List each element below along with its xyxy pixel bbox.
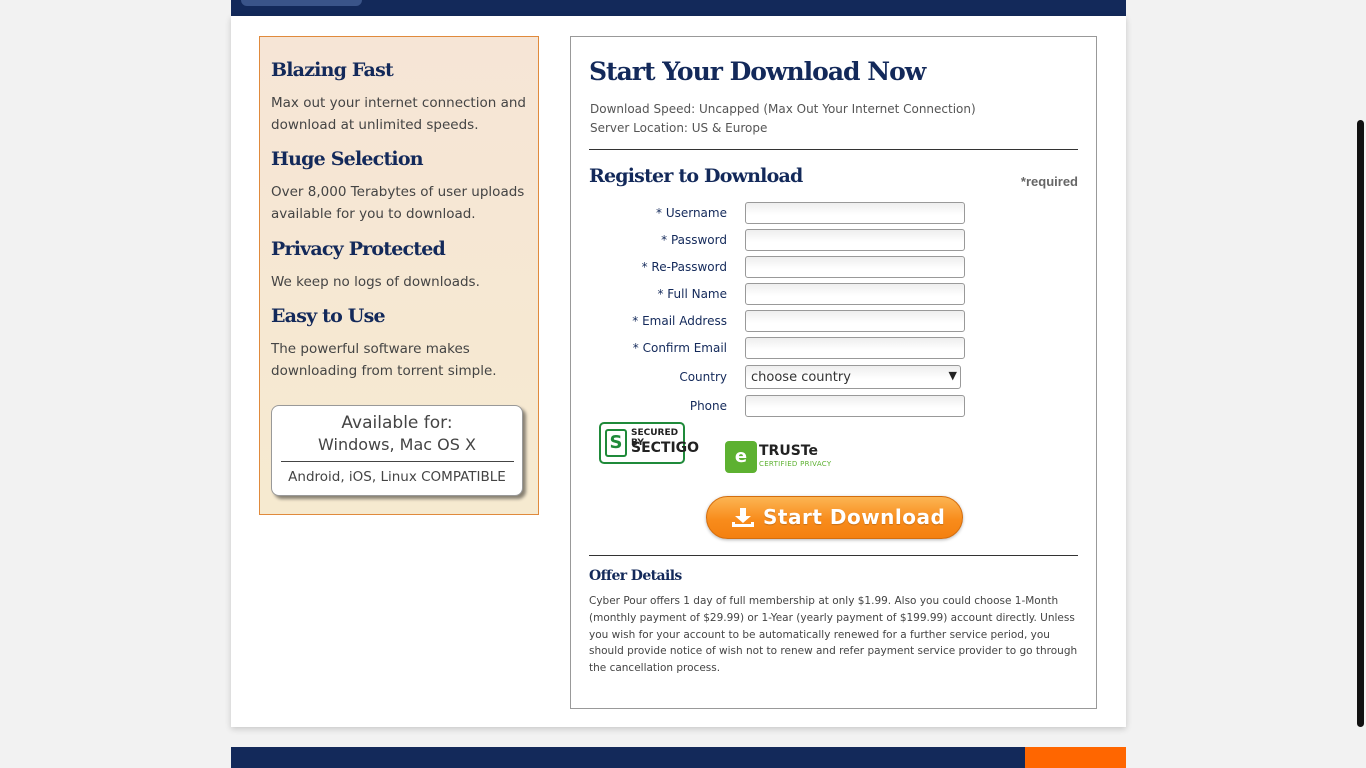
truste-logo-icon: e [725,441,757,473]
download-icon [732,508,754,527]
divider [589,149,1078,150]
country-select-value: choose country [751,370,851,385]
truste-badge: e TRUSTe CERTIFIED PRIVACY [725,441,837,473]
download-form-box: Start Your Download Now Download Speed: … [570,36,1097,709]
re-password-label: * Re-Password [641,260,727,274]
truste-line2: CERTIFIED PRIVACY [759,460,832,468]
email-input[interactable] [745,310,965,332]
scrollbar-thumb[interactable] [1357,120,1364,727]
feature-text: Max out your internet connection and dow… [271,95,526,133]
truste-line1: TRUSTe [759,443,818,459]
download-speed-text: Download Speed: Uncapped (Max Out Your I… [590,102,976,116]
email-label: * Email Address [632,314,727,328]
availability-card: Available for: Windows, Mac OS X Android… [271,405,523,496]
confirm-email-label: * Confirm Email [632,341,727,355]
feature-text: The powerful software makes downloading … [271,341,497,379]
country-select[interactable]: choose country ▼ [745,365,961,389]
password-input[interactable] [745,229,965,251]
phone-label: Phone [689,399,727,413]
re-password-input[interactable] [745,256,965,278]
sectigo-logo-icon: S [605,429,627,457]
password-label: * Password [661,233,727,247]
full-name-input[interactable] [745,283,965,305]
feature-text: We keep no logs of downloads. [271,274,480,290]
feature-title: Privacy Protected [271,238,446,260]
feature-title: Easy to Use [271,305,386,327]
register-title: Register to Download [589,165,803,187]
offer-text: Cyber Pour offers 1 day of full membersh… [589,595,1078,675]
feature-text: Over 8,000 Terabytes of user uploads ava… [271,184,525,222]
full-name-label: * Full Name [657,287,727,301]
features-box: Blazing Fast Max out your internet conne… [259,36,539,515]
nav-tab[interactable] [241,0,362,6]
feature-title: Huge Selection [271,148,424,170]
feature-title: Blazing Fast [271,59,394,81]
username-input[interactable] [745,202,965,224]
top-nav-bar [231,0,1126,16]
availability-label: Available for: [341,413,453,433]
server-location-text: Server Location: US & Europe [590,121,768,135]
start-download-label: Start Download [763,505,946,529]
start-download-button[interactable]: Start Download [706,496,963,539]
availability-compatible: Android, iOS, Linux COMPATIBLE [288,469,506,485]
required-note: *required [1020,174,1078,189]
sectigo-line2: SECTIGO [631,440,700,456]
country-label: Country [679,370,727,384]
divider [589,555,1078,556]
page-title: Start Your Download Now [589,57,926,86]
divider [280,461,514,462]
username-label: * Username [656,206,727,220]
footer-orange-block[interactable] [1025,747,1126,768]
offer-title: Offer Details [589,568,682,584]
chevron-down-icon: ▼ [948,369,957,382]
footer-bar [231,747,1026,768]
sectigo-badge: S SECURED BY SECTIGO [599,422,699,464]
availability-platforms: Windows, Mac OS X [318,435,476,454]
confirm-email-input[interactable] [745,337,965,359]
phone-input[interactable] [745,395,965,417]
